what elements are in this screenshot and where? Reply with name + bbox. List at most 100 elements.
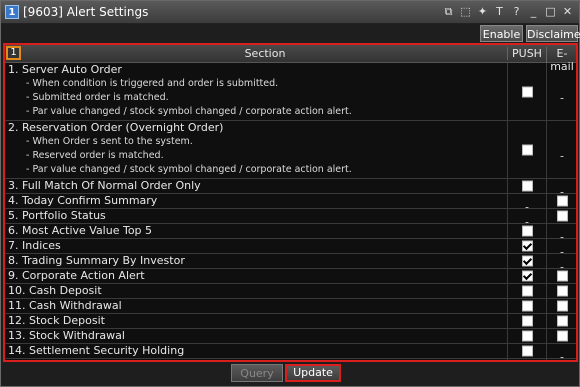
row-section-text: 2. Reservation Order (Overnight Order) - …	[8, 121, 503, 177]
email-cell	[546, 284, 576, 298]
push-cell	[507, 314, 546, 328]
email-cell: -	[546, 224, 576, 243]
email-checkbox[interactable]	[556, 315, 568, 327]
table-row: 8. Trading Summary By Investor -	[5, 254, 576, 273]
push-checkbox[interactable]	[521, 315, 533, 327]
row-label: 8. Trading Summary By Investor	[8, 254, 185, 267]
push-checkbox[interactable]	[521, 330, 533, 342]
push-checkbox[interactable]	[521, 180, 533, 192]
table-row: 1. Server Auto Order - When condition is …	[5, 63, 576, 121]
row-section-text: 4. Today Confirm Summary	[8, 194, 503, 208]
row-label: 1. Server Auto Order	[8, 63, 122, 76]
minimize-icon[interactable]: _	[526, 4, 541, 20]
push-checkbox[interactable]	[521, 144, 533, 155]
app-icon: 1	[5, 5, 19, 19]
header-push: PUSH	[507, 47, 546, 60]
push-checkbox[interactable]	[521, 225, 533, 237]
disclaimer-button[interactable]: Disclaimer	[526, 25, 580, 42]
table-row: 12. Stock Deposit	[5, 314, 576, 329]
push-checkbox[interactable]	[521, 240, 533, 252]
row-label: 2. Reservation Order (Overnight Order)	[8, 121, 224, 134]
row-label: 11. Cash Withdrawal	[8, 299, 122, 312]
push-checkbox[interactable]	[521, 86, 533, 97]
push-cell	[507, 239, 546, 253]
row-label: 5. Portfolio Status	[8, 209, 106, 222]
enable-button[interactable]: Enable	[480, 25, 523, 42]
table-row: 10. Cash Deposit	[5, 284, 576, 299]
window-controls: ⧉ ⬚ ✦ T? _ □ ✕	[441, 4, 575, 20]
title-bar: 1 [9603] Alert Settings ⧉ ⬚ ✦ T? _ □ ✕	[1, 1, 579, 24]
table-row: 3. Full Match Of Normal Order Only -	[5, 179, 576, 198]
push-cell	[507, 179, 546, 193]
row-sub-item: - Par value changed / stock symbol chang…	[26, 164, 352, 175]
row-section-text: 12. Stock Deposit	[8, 314, 503, 328]
push-checkbox[interactable]	[521, 285, 533, 297]
email-cell	[546, 299, 576, 313]
email-cell	[546, 209, 576, 223]
table-row: 11. Cash Withdrawal	[5, 299, 576, 314]
push-cell	[507, 63, 546, 120]
push-checkbox[interactable]	[521, 255, 533, 267]
query-button[interactable]: Query	[231, 364, 283, 382]
row-sub-item: - Submitted order is matched.	[26, 92, 169, 103]
row-section-text: 13. Stock Withdrawal	[8, 329, 503, 343]
row-sub-item: - Par value changed / stock symbol chang…	[26, 106, 352, 117]
email-checkbox[interactable]	[556, 195, 568, 207]
row-section-text: 3. Full Match Of Normal Order Only	[8, 179, 503, 193]
alert-settings-window: 1 [9603] Alert Settings ⧉ ⬚ ✦ T? _ □ ✕ Enable …	[0, 0, 580, 387]
table-body: 1. Server Auto Order - When condition is …	[5, 63, 576, 360]
push-checkbox[interactable]	[521, 270, 533, 282]
row-label: 7. Indices	[8, 239, 61, 252]
row-label: 6. Most Active Value Top 5	[8, 224, 153, 237]
pin-window-icon[interactable]: ⧉	[441, 4, 456, 20]
bottom-button-bar: Query Update	[1, 362, 579, 386]
copy-window-icon[interactable]: ⬚	[458, 4, 473, 20]
update-button[interactable]: Update	[285, 364, 341, 382]
table-row: 2. Reservation Order (Overnight Order) - …	[5, 121, 576, 179]
email-checkbox[interactable]	[556, 285, 568, 297]
email-cell	[546, 314, 576, 328]
top-button-bar: Enable Disclaimer	[1, 24, 580, 43]
table-row: 9. Corporate Action Alert	[5, 269, 576, 284]
email-checkbox[interactable]	[556, 330, 568, 342]
table-row: 4. Today Confirm Summary -	[5, 194, 576, 213]
email-checkbox[interactable]	[556, 300, 568, 312]
push-cell	[507, 299, 546, 313]
email-cell: -	[546, 344, 576, 360]
row-label: 12. Stock Deposit	[8, 314, 105, 327]
push-cell	[507, 254, 546, 268]
push-cell	[507, 224, 546, 238]
close-icon[interactable]: ✕	[560, 4, 575, 20]
email-not-available: -	[560, 350, 564, 362]
push-checkbox[interactable]	[521, 345, 533, 357]
maximize-icon[interactable]: □	[543, 4, 558, 20]
push-checkbox[interactable]	[521, 300, 533, 312]
row-section-text: 6. Most Active Value Top 5	[8, 224, 503, 238]
email-cell	[546, 194, 576, 208]
table-row: 6. Most Active Value Top 5 -	[5, 224, 576, 243]
thumbtack-icon[interactable]: ✦	[475, 4, 490, 20]
table-row: 7. Indices -	[5, 239, 576, 258]
push-cell	[507, 344, 546, 358]
header-number-badge: 1	[6, 46, 21, 60]
font-icon[interactable]: T	[492, 4, 507, 20]
table-row: 5. Portfolio Status -	[5, 209, 576, 228]
email-checkbox[interactable]	[556, 210, 568, 222]
email-cell	[546, 269, 576, 283]
email-checkbox[interactable]	[556, 270, 568, 282]
row-label: 10. Cash Deposit	[8, 284, 102, 297]
email-cell: -	[546, 239, 576, 258]
row-section-text: 1. Server Auto Order - When condition is …	[8, 63, 503, 119]
row-sub-item: - Reserved order is matched.	[26, 150, 164, 161]
row-sub-item: - When condition is triggered and order …	[26, 78, 279, 89]
row-section-text: 5. Portfolio Status	[8, 209, 503, 223]
email-cell	[546, 329, 576, 343]
help-icon[interactable]: ?	[509, 4, 524, 20]
row-label: 9. Corporate Action Alert	[8, 269, 145, 282]
push-cell	[507, 121, 546, 178]
push-cell	[507, 329, 546, 343]
push-cell	[507, 269, 546, 283]
email-not-available: -	[560, 149, 564, 162]
row-section-text: 14. Settlement Security Holding	[8, 344, 503, 358]
push-cell: -	[507, 209, 546, 228]
